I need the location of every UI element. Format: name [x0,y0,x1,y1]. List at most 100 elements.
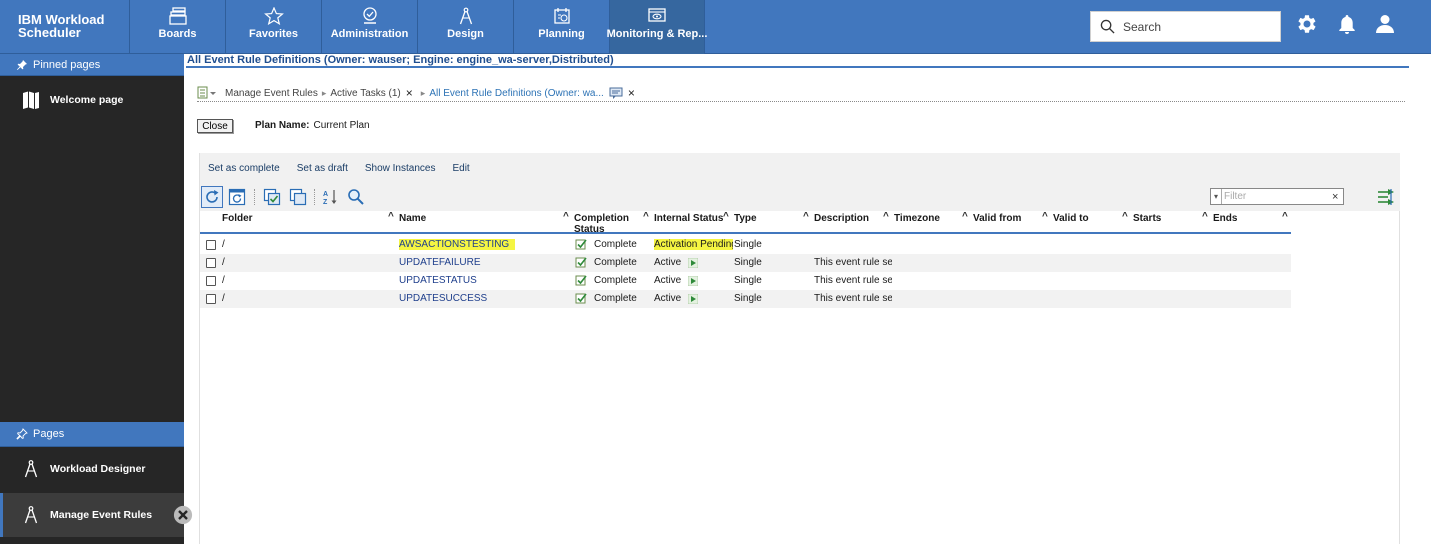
column-description[interactable]: Description [814,213,869,224]
row-checkbox[interactable] [206,258,216,268]
cell-internal-status: Active [654,257,682,268]
sort-icon[interactable]: ^ [723,211,729,222]
user-avatar-icon[interactable] [1373,12,1397,36]
column-internal-status[interactable]: Internal Status [654,213,723,224]
sort-icon[interactable]: ^ [803,211,809,222]
close-button[interactable]: Close [197,119,233,133]
sort-icon[interactable]: ^ [388,211,394,222]
table-row[interactable]: / UPDATEFAILURE Complete Active Single T… [200,254,1291,272]
sidebar-item-workload-designer[interactable]: Workload Designer [0,447,184,491]
close-tab-icon[interactable]: × [628,86,635,100]
close-tab-icon[interactable]: × [406,86,413,100]
nav-favorites[interactable]: Favorites [225,0,321,54]
close-page-icon[interactable] [173,505,193,525]
sort-button[interactable]: AZ [320,186,342,208]
find-button[interactable] [345,186,367,208]
column-starts[interactable]: Starts [1133,213,1161,224]
nav-planning-label: Planning [538,28,585,40]
sort-icon[interactable]: ^ [643,211,649,222]
notes-icon[interactable] [609,87,623,99]
table-row[interactable]: / AWSACTIONSTESTING Complete Activation … [200,236,1291,254]
cell-type: Single [734,293,762,304]
deselect-all-button[interactable] [287,186,309,208]
gear-icon[interactable] [1295,12,1319,36]
show-instances-button[interactable]: Show Instances [365,163,436,174]
column-type[interactable]: Type [734,213,757,224]
star-icon [263,7,284,25]
column-valid-from[interactable]: Valid from [973,213,1021,224]
filter-input[interactable] [1222,191,1332,202]
breadcrumb-active-tasks[interactable]: Active Tasks (1) [330,88,400,99]
nav-administration-label: Administration [330,28,409,40]
edit-button[interactable]: Edit [452,163,469,174]
column-valid-to[interactable]: Valid to [1053,213,1089,224]
clear-filter-icon[interactable]: × [1332,191,1338,203]
compass-icon [24,506,38,524]
column-folder[interactable]: Folder [222,213,253,224]
cell-name[interactable]: AWSACTIONSTESTING [399,239,516,250]
toolbar-divider [314,189,315,205]
compass-icon [459,7,472,25]
select-all-button[interactable] [261,186,283,208]
breadcrumb-manage-event-rules[interactable]: Manage Event Rules [225,88,318,99]
task-list-icon[interactable] [197,86,217,100]
toolbar-divider [254,189,255,205]
sort-icon[interactable]: ^ [1042,211,1048,222]
set-as-draft-button[interactable]: Set as draft [297,163,348,174]
refresh-icon [206,190,219,203]
compass-icon [24,460,38,478]
cell-name[interactable]: UPDATEFAILURE [399,257,481,268]
cell-name[interactable]: UPDATESUCCESS [399,293,487,304]
sort-icon[interactable]: ^ [1202,211,1208,222]
nav-favorites-label: Favorites [249,28,298,40]
cell-description: This event rule ser [814,275,892,286]
cell-type: Single [734,257,762,268]
nav-planning[interactable]: Planning [513,0,609,54]
row-checkbox[interactable] [206,276,216,286]
sidebar-item-manage-event-rules[interactable]: Manage Event Rules [0,493,193,537]
deselect-all-icon [289,188,307,206]
svg-text:Z: Z [323,199,328,206]
sort-az-icon: AZ [323,190,337,206]
nav-design[interactable]: Design [417,0,513,54]
complete-check-icon [575,257,587,268]
nav-boards[interactable]: Boards [129,0,225,54]
column-completion-status[interactable]: Completion Status [574,213,634,235]
app-title[interactable]: IBM Workload Scheduler [0,0,129,54]
nav-administration[interactable]: Administration [321,0,417,54]
planning-icon [553,8,570,24]
breadcrumb-all-event-rule-definitions[interactable]: All Event Rule Definitions (Owner: wa... [429,88,604,99]
column-ends[interactable]: Ends [1213,213,1237,224]
search-box[interactable] [1090,11,1281,42]
auto-refresh-button[interactable] [226,186,248,208]
search-input[interactable] [1123,19,1273,34]
sidebar-item-welcome-page[interactable]: Welcome page [0,78,184,122]
nav-design-label: Design [447,28,484,40]
filter-box[interactable]: ▾ × [1210,188,1344,205]
pin-outline-icon [16,428,28,440]
column-name[interactable]: Name [399,213,426,224]
row-checkbox[interactable] [206,240,216,250]
set-as-complete-button[interactable]: Set as complete [208,163,280,174]
export-columns-icon[interactable] [1376,187,1396,207]
sort-icon[interactable]: ^ [563,211,569,222]
row-checkbox[interactable] [206,294,216,304]
table-header: Folder ^ Name ^ Completion Status ^ Inte… [200,211,1291,235]
cell-description: This event rule ser [814,257,892,268]
cell-name[interactable]: UPDATESTATUS [399,275,477,286]
cell-type: Single [734,239,762,250]
nav-monitoring[interactable]: Monitoring & Rep... [607,0,707,54]
sort-icon[interactable]: ^ [1122,211,1128,222]
cell-completion-status: Complete [594,293,637,304]
column-timezone[interactable]: Timezone [894,213,940,224]
sort-icon[interactable]: ^ [962,211,968,222]
sort-icon[interactable]: ^ [1282,211,1288,222]
cell-completion-status: Complete [594,257,637,268]
sort-icon[interactable]: ^ [883,211,889,222]
refresh-button[interactable] [201,186,223,208]
table-row[interactable]: / UPDATESTATUS Complete Active Single Th… [200,272,1291,290]
bell-icon[interactable] [1335,12,1359,36]
pages-header: Pages [0,422,184,447]
filter-dropdown-icon[interactable]: ▾ [1211,189,1222,204]
table-row[interactable]: / UPDATESUCCESS Complete Active Single T… [200,290,1291,308]
